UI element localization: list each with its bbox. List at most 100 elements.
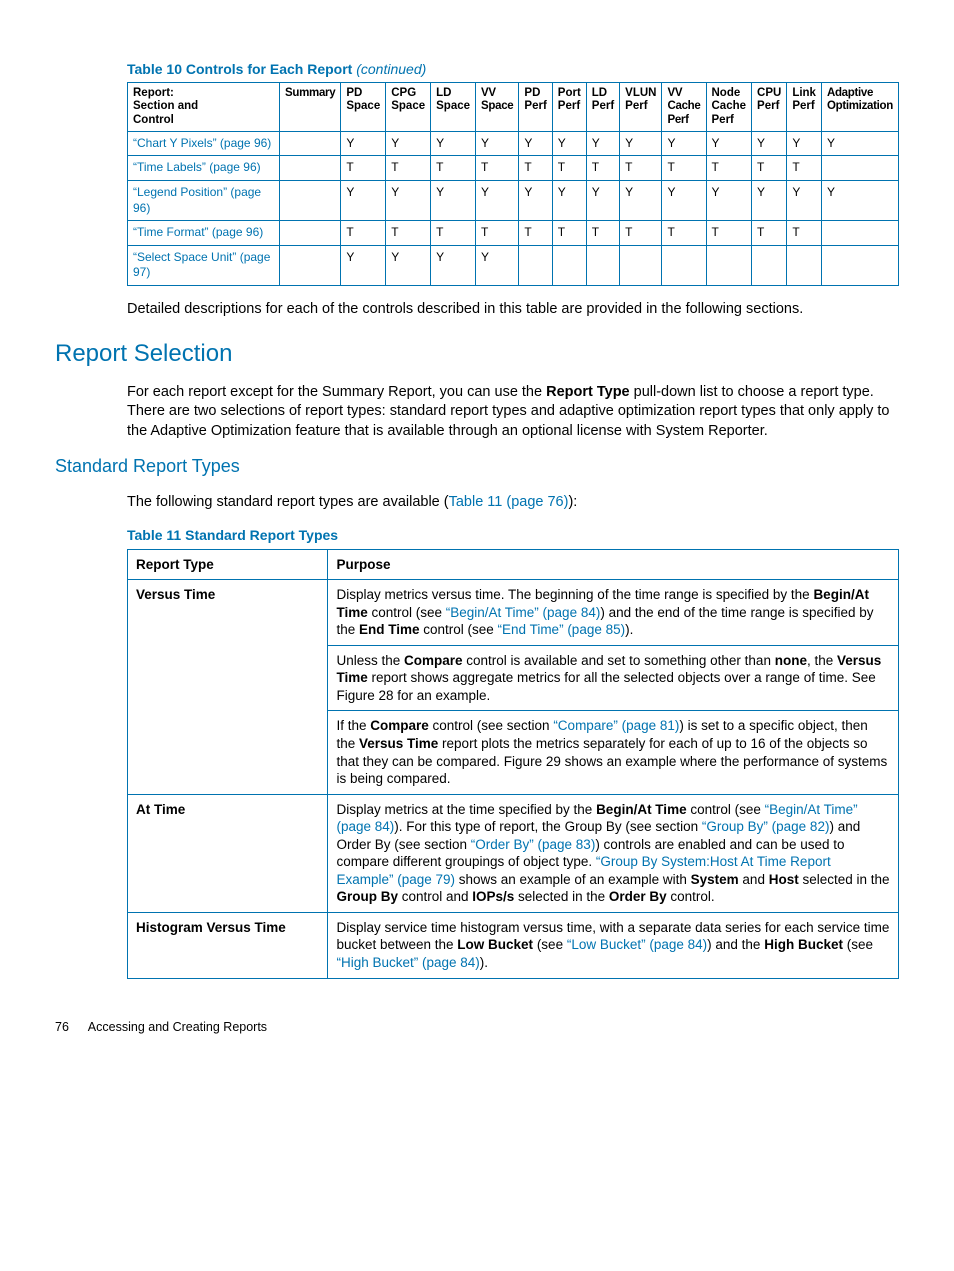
table10-cell: Y xyxy=(341,131,386,156)
footer-title: Accessing and Creating Reports xyxy=(88,1020,267,1034)
table10-cell: Y xyxy=(476,131,519,156)
table10-cell xyxy=(552,245,586,285)
table10-cell: T xyxy=(341,221,386,246)
table10-cell: T xyxy=(787,221,822,246)
table10-row-label[interactable]: “Legend Position” (page 96) xyxy=(128,181,280,221)
table10-header: VLUNPerf xyxy=(620,83,662,132)
table10-cell: Y xyxy=(431,181,476,221)
link-table11[interactable]: Table 11 (page 76) xyxy=(449,494,569,510)
table10-cell xyxy=(821,156,898,181)
cross-ref-link[interactable]: “Order By” (page 83) xyxy=(471,837,596,852)
table10-cell xyxy=(519,245,552,285)
table10-cell: T xyxy=(752,221,787,246)
table10-cell: T xyxy=(552,221,586,246)
table10-row-label[interactable]: “Time Labels” (page 96) xyxy=(128,156,280,181)
table10-cell: Y xyxy=(752,131,787,156)
table10-cell xyxy=(586,245,619,285)
cross-ref-link[interactable]: “Compare” (page 81) xyxy=(553,718,679,733)
table10-cell: T xyxy=(476,156,519,181)
table10-cell: Y xyxy=(476,245,519,285)
cross-ref-link[interactable]: “End Time” (page 85) xyxy=(498,622,626,637)
table10-row-label[interactable]: “Time Format” (page 96) xyxy=(128,221,280,246)
table10-cell: Y xyxy=(662,131,706,156)
table10-cell: Y xyxy=(519,181,552,221)
table10-cell: T xyxy=(586,221,619,246)
para-standard-types-intro: The following standard report types are … xyxy=(127,493,899,513)
table11-caption: Table 11 Standard Report Types xyxy=(127,526,899,544)
table10-header: AdaptiveOptimization xyxy=(821,83,898,132)
cross-ref-link[interactable]: “Begin/At Time” (page 84) xyxy=(446,605,601,620)
table10-cell: Y xyxy=(519,131,552,156)
table11: Report Type Purpose Versus TimeDisplay m… xyxy=(127,549,899,979)
table10-cell: T xyxy=(586,156,619,181)
table10-cell xyxy=(752,245,787,285)
table10-cell: Y xyxy=(386,181,431,221)
cross-ref-link[interactable]: “Group By” (page 82) xyxy=(702,819,830,834)
link-control[interactable]: “Legend Position” (page 96) xyxy=(133,185,261,215)
table10-cell: Y xyxy=(341,181,386,221)
table10-cell: Y xyxy=(821,131,898,156)
cross-ref-link[interactable]: “High Bucket” (page 84) xyxy=(336,955,479,970)
table10-cell: Y xyxy=(552,131,586,156)
table10-cell xyxy=(821,245,898,285)
table11-header-report-type: Report Type xyxy=(128,549,328,580)
table10-cell: Y xyxy=(620,181,662,221)
link-control[interactable]: “Time Labels” (page 96) xyxy=(133,160,261,174)
cross-ref-link[interactable]: “Low Bucket” (page 84) xyxy=(567,937,707,952)
table10-header: CPUPerf xyxy=(752,83,787,132)
table10-cell: T xyxy=(552,156,586,181)
table11-purpose-cell: Display metrics versus time. The beginni… xyxy=(328,580,899,646)
table10-header: LinkPerf xyxy=(787,83,822,132)
cross-ref-link[interactable]: “Group By System:Host At Time Report Exa… xyxy=(336,854,830,887)
table10-cell: Y xyxy=(821,181,898,221)
table10-header: PDSpace xyxy=(341,83,386,132)
table10-cell: T xyxy=(662,156,706,181)
table10-header: VVSpace xyxy=(476,83,519,132)
table10-cell: Y xyxy=(431,131,476,156)
table11-purpose-cell: Unless the Compare control is available … xyxy=(328,645,899,711)
table10-cell: T xyxy=(519,221,552,246)
table10-cell: Y xyxy=(476,181,519,221)
table10-cell: T xyxy=(620,221,662,246)
table10-cell: T xyxy=(476,221,519,246)
table10-cell: T xyxy=(620,156,662,181)
table10-row-label[interactable]: “Select Space Unit” (page 97) xyxy=(128,245,280,285)
para-report-selection: For each report except for the Summary R… xyxy=(127,383,899,442)
table10-header: VVCachePerf xyxy=(662,83,706,132)
table10-cell xyxy=(280,181,341,221)
table10-cell: T xyxy=(787,156,822,181)
table10-cell: Y xyxy=(706,131,752,156)
table10-cell xyxy=(821,221,898,246)
link-control[interactable]: “Chart Y Pixels” (page 96) xyxy=(133,136,271,150)
table10: Report:Section andControlSummaryPDSpaceC… xyxy=(127,82,899,286)
table10-cell: Y xyxy=(586,131,619,156)
table11-purpose-cell: Display metrics at the time specified by… xyxy=(328,794,899,912)
table10-cell: Y xyxy=(552,181,586,221)
table10-cell: T xyxy=(431,221,476,246)
table10-cell xyxy=(662,245,706,285)
table10-cell xyxy=(706,245,752,285)
table10-header: Summary xyxy=(280,83,341,132)
table10-cell xyxy=(280,245,341,285)
table10-cell: T xyxy=(431,156,476,181)
table10-cell: T xyxy=(341,156,386,181)
table10-row-label[interactable]: “Chart Y Pixels” (page 96) xyxy=(128,131,280,156)
link-control[interactable]: “Select Space Unit” (page 97) xyxy=(133,250,270,280)
table10-cell xyxy=(280,131,341,156)
table10-header: CPGSpace xyxy=(386,83,431,132)
table10-caption-text: Table 10 Controls for Each Report xyxy=(127,61,356,77)
table10-cell: T xyxy=(386,156,431,181)
table10-cell: T xyxy=(519,156,552,181)
table10-header: LDPerf xyxy=(586,83,619,132)
table10-header: Report:Section andControl xyxy=(128,83,280,132)
table10-cell: Y xyxy=(341,245,386,285)
table10-cell: T xyxy=(706,156,752,181)
para-detailed-descriptions: Detailed descriptions for each of the co… xyxy=(127,300,899,320)
heading-standard-report-types: Standard Report Types xyxy=(55,455,899,478)
table10-cell: Y xyxy=(431,245,476,285)
table10-cell: Y xyxy=(752,181,787,221)
table10-cell: Y xyxy=(787,131,822,156)
table10-header: PortPerf xyxy=(552,83,586,132)
link-control[interactable]: “Time Format” (page 96) xyxy=(133,225,263,239)
table10-cell: Y xyxy=(662,181,706,221)
